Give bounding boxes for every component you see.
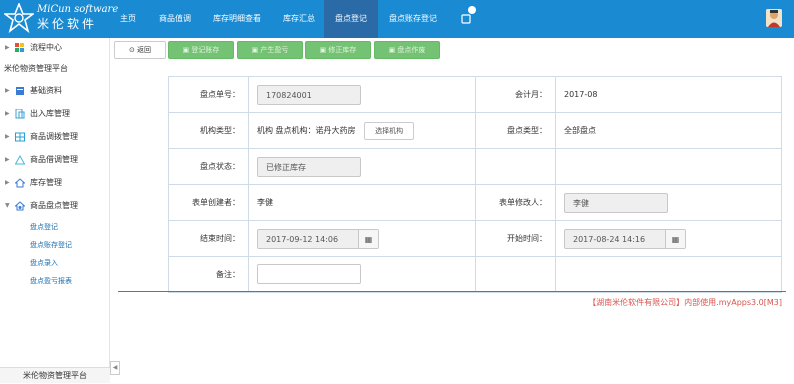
sidebar-item-inout-stock[interactable]: ▶ 出入库管理	[0, 104, 110, 124]
calendar-icon[interactable]: ▦	[358, 229, 378, 248]
org-type-label: 机构类型：	[168, 112, 249, 149]
chevron-right-icon: ▶	[5, 156, 10, 163]
sidebar-section-title: 米伦物资管理平台	[4, 64, 68, 73]
end-time-value: 2017-09-12 14:06	[266, 234, 339, 244]
status-label: 盘点状态：	[168, 148, 249, 185]
check-type-value: 全部盘点	[555, 112, 782, 149]
sidebar-item-basic-data[interactable]: ▶ 基础资料	[0, 81, 110, 101]
document-icon	[15, 109, 25, 119]
home-icon	[15, 178, 25, 188]
fix-stock-button[interactable]: ▣ 修正库存	[305, 41, 371, 59]
chevron-down-icon: ▼	[5, 202, 10, 209]
register-book-label: 登记账存	[191, 46, 220, 54]
chevron-right-icon: ▶	[5, 110, 10, 117]
check-type-label: 盘点类型：	[475, 112, 556, 149]
brand: MiCun software 米伦软件	[37, 4, 118, 32]
fix-stock-label: 修正库存	[328, 46, 357, 54]
nav-inventory-register[interactable]: 盘点登记	[324, 0, 378, 38]
footer-note: 【湖南米伦软件有限公司】内部使用.myApps3.0[M3]	[588, 298, 782, 307]
start-time-field[interactable]: 2017-08-24 14:16 ▦	[564, 228, 686, 249]
inventory-form: 盘点单号： 170824001 会计月： 2017-08 机构类型： 机构 盘点…	[168, 76, 782, 293]
empty-cell	[475, 256, 556, 293]
save-icon: ▣	[319, 46, 327, 54]
notification-badge	[468, 6, 476, 14]
sidebar-item-label: 基础资料	[30, 86, 62, 95]
sidebar-item-label: 商品调拨管理	[30, 132, 78, 141]
empty-cell	[555, 148, 782, 185]
remark-label: 备注：	[168, 256, 249, 293]
order-no-field[interactable]: 170824001	[257, 84, 361, 105]
logo-icon	[4, 3, 34, 33]
modifier-label: 表单修改人：	[475, 184, 556, 221]
sidebar-subitem-inventory-register[interactable]: 盘点登记	[0, 218, 110, 236]
status-field: 已修正库存	[257, 156, 361, 177]
collapse-sidebar-button[interactable]: ◀	[110, 361, 120, 375]
start-time-value: 2017-08-24 14:16	[573, 234, 646, 244]
empty-cell	[555, 256, 782, 293]
nav-inventory-book-register[interactable]: 盘点账存登记	[383, 0, 443, 38]
sidebar: ▶ 流程中心 米伦物资管理平台 ▶ 基础资料 ▶ 出入库管理 ▶ 商品调拨管理 …	[0, 38, 110, 383]
sidebar-item-goods-transfer[interactable]: ▶ 商品调拨管理	[0, 127, 110, 147]
end-time-label: 结束时间：	[168, 220, 249, 257]
sidebar-item-label: 商品盘点管理	[30, 201, 78, 210]
back-label: 返回	[137, 46, 152, 54]
house-gear-icon	[15, 201, 25, 211]
register-book-button[interactable]: ▣ 登记账存	[168, 41, 234, 59]
empty-cell	[475, 148, 556, 185]
book-icon	[16, 87, 24, 95]
calendar-icon[interactable]: ▦	[665, 229, 685, 248]
sidebar-item-label: 库存管理	[30, 178, 62, 187]
sidebar-subitem-inventory-entry[interactable]: 盘点录入	[0, 254, 110, 272]
back-button[interactable]: ⊙ 返回	[114, 41, 166, 59]
modifier-field: 李健	[564, 192, 668, 213]
divider	[118, 291, 786, 292]
generate-profit-loss-label: 产生盈亏	[260, 46, 289, 54]
nav-stock-detail[interactable]: 库存明细查看	[207, 0, 267, 38]
chevron-right-icon: ▶	[5, 44, 10, 51]
sidebar-item-inventory-manage[interactable]: ▼ 商品盘点管理	[0, 196, 110, 216]
sidebar-item-goods-borrow[interactable]: ▶ 商品借调管理	[0, 150, 110, 170]
apps-icon	[15, 43, 24, 52]
select-org-button[interactable]: 选择机构	[364, 121, 415, 140]
sidebar-item-label: 商品借调管理	[30, 155, 78, 164]
sidebar-item-label: 流程中心	[30, 43, 62, 52]
void-inventory-button[interactable]: ▣ 盘点作废	[374, 41, 440, 59]
org-type-value: 机构 盘点机构：诺丹大药房	[257, 125, 356, 135]
avatar[interactable]	[766, 9, 782, 27]
triangle-icon	[15, 155, 25, 165]
remark-input[interactable]	[257, 263, 361, 284]
creator-value: 李健	[248, 184, 476, 221]
nav-stock-summary[interactable]: 库存汇总	[277, 0, 321, 38]
nav-home[interactable]: 主页	[114, 0, 142, 38]
save-icon: ▣	[182, 46, 190, 54]
chevron-right-icon: ▶	[5, 87, 10, 94]
nav-goods-transfer[interactable]: 商品值调	[153, 0, 197, 38]
brand-english: MiCun software	[37, 4, 119, 15]
order-no-label: 盘点单号：	[168, 76, 249, 113]
sidebar-item-process-center[interactable]: ▶ 流程中心	[0, 38, 110, 58]
save-icon: ▣	[388, 46, 396, 54]
brand-chinese: 米伦软件	[37, 17, 98, 31]
back-icon: ⊙	[128, 46, 135, 54]
creator-label: 表单创建者：	[168, 184, 249, 221]
save-icon: ▣	[251, 46, 259, 54]
sidebar-subitem-profit-loss-report[interactable]: 盘点盈亏报表	[0, 272, 110, 290]
sidebar-footer: 米伦物资管理平台	[0, 367, 110, 383]
top-navigation-bar: MiCun software 米伦软件 主页 商品值调 库存明细查看 库存汇总 …	[0, 0, 794, 38]
sidebar-item-label: 出入库管理	[30, 109, 70, 118]
period-value: 2017-08	[555, 76, 782, 113]
chevron-right-icon: ▶	[5, 179, 10, 186]
grid-icon	[15, 132, 25, 142]
period-label: 会计月：	[475, 76, 556, 113]
chevron-right-icon: ▶	[5, 133, 10, 140]
end-time-field[interactable]: 2017-09-12 14:06 ▦	[257, 228, 379, 249]
generate-profit-loss-button[interactable]: ▣ 产生盈亏	[237, 41, 303, 59]
start-time-label: 开始时间：	[475, 220, 556, 257]
sidebar-item-stock-manage[interactable]: ▶ 库存管理	[0, 173, 110, 193]
void-inventory-label: 盘点作废	[397, 46, 426, 54]
sidebar-subitem-book-register[interactable]: 盘点账存登记	[0, 236, 110, 254]
